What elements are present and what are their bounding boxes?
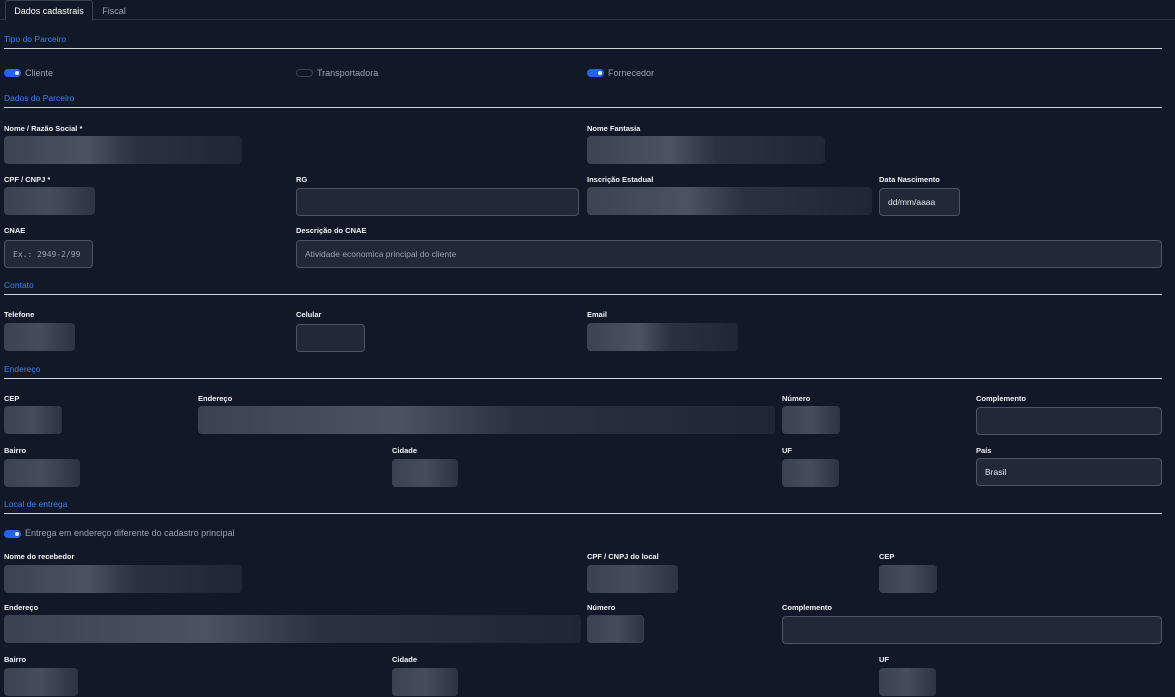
pais-value: Brasil — [985, 467, 1007, 477]
email-label: Email — [587, 310, 608, 319]
fornecedor-toggle[interactable] — [587, 69, 604, 77]
complemento-label: Complemento — [976, 394, 1027, 403]
entrega-endereco-label: Endereço — [4, 603, 39, 612]
telefone-input[interactable] — [4, 323, 75, 351]
cep-input[interactable] — [4, 406, 62, 434]
section-divider — [4, 107, 1162, 108]
section-title-local-entrega: Local de entrega — [4, 499, 68, 509]
descricao-cnae-input[interactable]: Atividade economica principal do cliente — [296, 240, 1162, 268]
cnae-label: CNAE — [4, 226, 26, 235]
bairro-label: Bairro — [4, 446, 27, 455]
inscricao-estadual-input[interactable] — [587, 187, 872, 215]
cliente-toggle-label: Cliente — [25, 68, 54, 78]
inscricao-estadual-label: Inscrição Estadual — [587, 175, 654, 184]
cidade-label: Cidade — [392, 446, 418, 455]
data-nascimento-input[interactable]: dd/mm/aaaa — [879, 188, 960, 216]
descricao-cnae-placeholder: Atividade economica principal do cliente — [305, 249, 457, 259]
cep-label: CEP — [4, 394, 20, 403]
section-divider — [4, 378, 1162, 379]
cpf-cnpj-local-input[interactable] — [587, 565, 678, 593]
section-title-dados-parceiro: Dados do Parceiro — [4, 93, 75, 103]
transportadora-toggle-label: Transportadora — [317, 68, 379, 78]
entrega-cep-label: CEP — [879, 552, 895, 561]
entrega-complemento-label: Complemento — [782, 603, 833, 612]
entrega-uf-input[interactable] — [879, 668, 936, 696]
cpf-cnpj-local-label: CPF / CNPJ do local — [587, 552, 659, 561]
bairro-input[interactable] — [4, 459, 80, 487]
celular-label: Celular — [296, 310, 322, 319]
transportadora-toggle[interactable] — [296, 69, 313, 77]
endereco-input[interactable] — [198, 406, 775, 434]
email-input[interactable] — [587, 323, 738, 351]
rg-label: RG — [296, 175, 308, 184]
endereco-label: Endereço — [198, 394, 233, 403]
entrega-endereco-input[interactable] — [4, 615, 581, 643]
fornecedor-toggle-label: Fornecedor — [608, 68, 655, 78]
descricao-cnae-label: Descrição do CNAE — [296, 226, 367, 235]
numero-input[interactable] — [782, 406, 840, 434]
cpf-cnpj-input[interactable] — [4, 187, 95, 215]
entrega-bairro-label: Bairro — [4, 655, 27, 664]
section-divider — [4, 48, 1162, 49]
pais-input[interactable]: Brasil — [976, 458, 1162, 486]
section-title-endereco: Endereço — [4, 364, 41, 374]
entrega-cidade-label: Cidade — [392, 655, 418, 664]
tab-bar: Dados cadastrais Fiscal — [0, 0, 1175, 21]
rg-input[interactable] — [296, 188, 579, 216]
entrega-uf-label: UF — [879, 655, 889, 664]
uf-label: UF — [782, 446, 792, 455]
cnae-input[interactable]: Ex.: 2949-2/99 — [4, 240, 93, 268]
nome-label: Nome / Razão Social * — [4, 124, 83, 133]
cidade-input[interactable] — [392, 459, 458, 487]
tab-dados-cadastrais[interactable]: Dados cadastrais — [5, 0, 93, 21]
entrega-cidade-input[interactable] — [392, 668, 458, 696]
cpf-cnpj-label: CPF / CNPJ * — [4, 175, 51, 184]
section-title-tipo-parceiro: Tipo do Parceiro — [4, 34, 67, 44]
numero-label: Número — [782, 394, 811, 403]
section-title-contato: Contato — [4, 280, 34, 290]
section-divider — [4, 294, 1162, 295]
recebedor-label: Nome do recebedor — [4, 552, 75, 561]
recebedor-input[interactable] — [4, 565, 242, 593]
entrega-numero-label: Número — [587, 603, 616, 612]
entrega-numero-input[interactable] — [587, 615, 644, 643]
data-nascimento-label: Data Nascimento — [879, 175, 940, 184]
cnae-placeholder: Ex.: 2949-2/99 — [13, 249, 81, 259]
nome-input[interactable] — [4, 136, 242, 164]
pais-label: País — [976, 446, 992, 455]
data-nascimento-value: dd/mm/aaaa — [888, 197, 936, 207]
section-divider — [4, 513, 1162, 514]
tab-fiscal[interactable]: Fiscal — [93, 0, 135, 21]
cliente-toggle[interactable] — [4, 69, 21, 77]
celular-input[interactable] — [296, 324, 365, 352]
telefone-label: Telefone — [4, 310, 35, 319]
entrega-diferente-toggle[interactable] — [4, 530, 21, 538]
entrega-bairro-input[interactable] — [4, 668, 78, 696]
uf-input[interactable] — [782, 459, 839, 487]
nome-fantasia-input[interactable] — [587, 136, 825, 164]
entrega-cep-input[interactable] — [879, 565, 937, 593]
entrega-complemento-input[interactable] — [782, 616, 1162, 644]
nome-fantasia-label: Nome Fantasia — [587, 124, 641, 133]
entrega-diferente-label: Entrega em endereço diferente do cadastr… — [25, 528, 235, 538]
complemento-input[interactable] — [976, 407, 1162, 435]
